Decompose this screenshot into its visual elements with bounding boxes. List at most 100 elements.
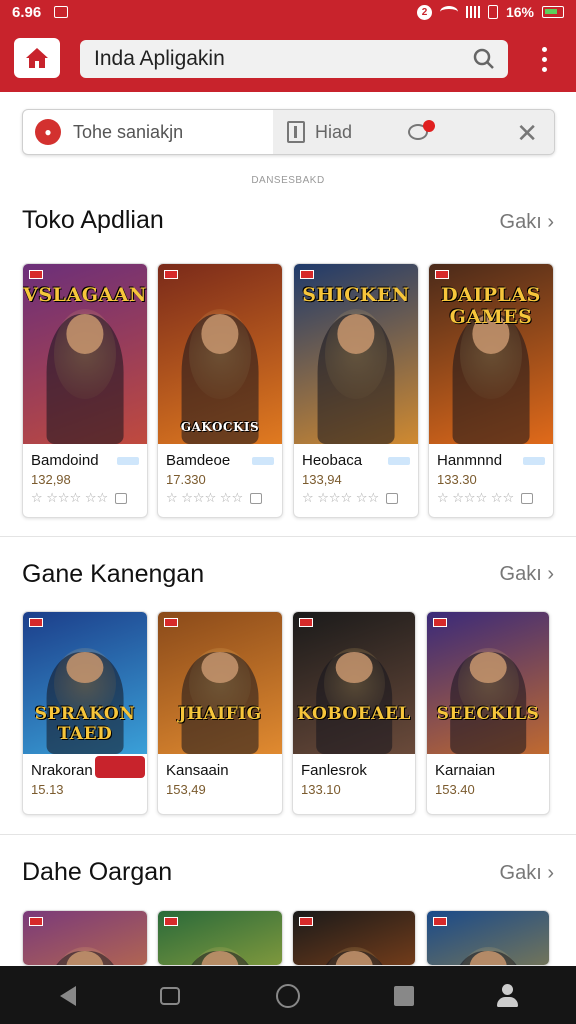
game-cover-art: KOBOEAEL: [293, 612, 415, 754]
filter-right-label: Hiad: [315, 121, 353, 142]
game-cover-art: SEECKILS: [427, 612, 549, 754]
app-card[interactable]: SEECKILS Karnaian 153.40: [426, 611, 550, 815]
chevron-right-icon: ›: [547, 563, 554, 585]
app-name: Fanlesrok: [301, 762, 367, 779]
game-cover-art: SPRAKON TAED: [23, 612, 147, 754]
clipboard-icon: [287, 121, 305, 143]
app-card[interactable]: [426, 910, 550, 966]
search-bar[interactable]: Inda Apligakin: [80, 40, 508, 78]
rating-row: ☆ ☆☆☆ ☆☆: [302, 490, 399, 506]
app-card[interactable]: JHAIFIG Kansaain 153,49: [157, 611, 283, 815]
section-divider: [0, 536, 576, 537]
download-icon: [521, 492, 534, 504]
game-cover-art: [23, 911, 147, 965]
star-rating: ☆ ☆☆☆ ☆☆: [302, 490, 380, 505]
cover-title: JHAIFIG: [178, 704, 262, 724]
app-card[interactable]: [157, 910, 283, 966]
star-rating: ☆ ☆☆☆ ☆☆: [31, 490, 109, 505]
section-more-label: Gakı: [499, 563, 542, 585]
search-input[interactable]: Inda Apligakin: [94, 47, 472, 71]
install-tag: [252, 457, 274, 465]
wifi-icon: [439, 6, 458, 18]
promo-badge: [95, 756, 145, 778]
app-card[interactable]: SHICKEN Heobaca 133,94 ☆ ☆☆☆ ☆☆: [293, 263, 419, 518]
filter-left-label: Tohe saniakjn: [73, 121, 184, 142]
app-card[interactable]: VSLAGAAN Bamdoind 132,98 ☆ ☆☆☆ ☆☆: [22, 263, 148, 518]
game-cover-art: [293, 911, 415, 965]
filter-bar: ● Tohe saniakjn Hiad ✕: [22, 109, 555, 155]
app-name: Bamdoind: [31, 452, 99, 469]
battery-icon: [542, 6, 564, 18]
rating-row: ☆ ☆☆☆ ☆☆: [437, 490, 534, 506]
cover-title: KOBOEAEL: [297, 704, 411, 724]
red-badge-icon: ●: [35, 119, 61, 145]
install-tag: [388, 457, 410, 465]
section-more-3[interactable]: Gakı ›: [500, 862, 554, 885]
notification-icon: [54, 6, 68, 18]
install-tag: [523, 457, 545, 465]
app-name: Bamdeoe: [166, 452, 231, 469]
section-more-1[interactable]: Gakı ›: [500, 211, 554, 234]
rating-row: ☆ ☆☆☆ ☆☆: [166, 490, 263, 506]
chat-icon[interactable]: [158, 984, 182, 1008]
game-cover-art: DAIPLAS GAMES: [429, 264, 553, 444]
status-bar: 6.96 2 16%: [0, 0, 576, 26]
game-cover-art: [427, 911, 549, 965]
game-cover-art: JHAIFIG: [158, 612, 282, 754]
sim-icon: [487, 5, 498, 19]
battery-percent: 16%: [505, 4, 534, 20]
section-divider: [0, 834, 576, 835]
app-name: Nrakoran: [31, 762, 93, 779]
back-icon[interactable]: [56, 984, 80, 1008]
cover-title: DAIPLAS GAMES: [441, 284, 541, 328]
status-time: 6.96: [12, 4, 42, 21]
app-card[interactable]: SPRAKON TAED Nrakoran 15.13: [22, 611, 148, 815]
download-icon: [115, 492, 128, 504]
filter-right-tab[interactable]: Hiad ✕: [273, 110, 554, 154]
download-icon: [250, 492, 263, 504]
app-name: Kansaain: [166, 762, 229, 779]
game-cover-art: [158, 911, 282, 965]
home-icon: [26, 48, 48, 68]
cover-title: SEECKILS: [436, 704, 540, 724]
sub-caption: DANSESBAKD: [251, 175, 325, 186]
cover-title: VSLAGAAN: [23, 284, 147, 306]
section-more-2[interactable]: Gakı ›: [500, 563, 554, 586]
cover-title: GAKOCKIS: [180, 420, 260, 434]
section-title-1: Toko Apdlian: [22, 206, 164, 234]
profile-icon[interactable]: [496, 984, 520, 1008]
app-price: 132,98: [31, 472, 71, 487]
filter-left-tab[interactable]: ● Tohe saniakjn: [23, 110, 273, 154]
game-cover-art: VSLAGAAN: [23, 264, 147, 444]
app-card[interactable]: [22, 910, 148, 966]
app-card[interactable]: [292, 910, 416, 966]
rating-row: ☆ ☆☆☆ ☆☆: [31, 490, 128, 506]
app-card[interactable]: DAIPLAS GAMES Hanmnnd 133.30 ☆ ☆☆☆ ☆☆: [428, 263, 554, 518]
section-more-label: Gakı: [499, 211, 542, 233]
app-price: 153.40: [435, 782, 475, 797]
section-more-label: Gakı: [499, 862, 542, 884]
game-cover-art: SHICKEN: [294, 264, 418, 444]
install-tag: [117, 457, 139, 465]
app-name: Karnaian: [435, 762, 496, 779]
app-card[interactable]: KOBOEAEL Fanlesrok 133.10: [292, 611, 416, 815]
home-button[interactable]: [14, 38, 60, 78]
app-price: 133.30: [437, 472, 477, 487]
home-circle-icon[interactable]: [276, 984, 300, 1008]
chevron-right-icon: ›: [547, 862, 554, 884]
signal-icon: [465, 6, 480, 18]
app-bar: 6.96 2 16% Inda Apligakin: [0, 0, 576, 92]
chat-notification-dot: [423, 120, 435, 132]
system-nav-bar: [0, 966, 576, 1024]
recents-icon[interactable]: [392, 984, 416, 1008]
notification-badge: 2: [416, 4, 432, 20]
search-icon[interactable]: [472, 47, 496, 71]
section-title-3: Dahe Oargan: [22, 858, 173, 886]
close-icon[interactable]: ✕: [516, 120, 538, 146]
chevron-right-icon: ›: [547, 211, 554, 233]
more-vertical-icon[interactable]: [530, 42, 558, 76]
cover-title: SPRAKON TAED: [34, 704, 136, 744]
app-name: Hanmnnd: [437, 452, 503, 469]
game-cover-art: GAKOCKIS: [158, 264, 282, 444]
app-card[interactable]: GAKOCKIS Bamdeoe 17.330 ☆ ☆☆☆ ☆☆: [157, 263, 283, 518]
